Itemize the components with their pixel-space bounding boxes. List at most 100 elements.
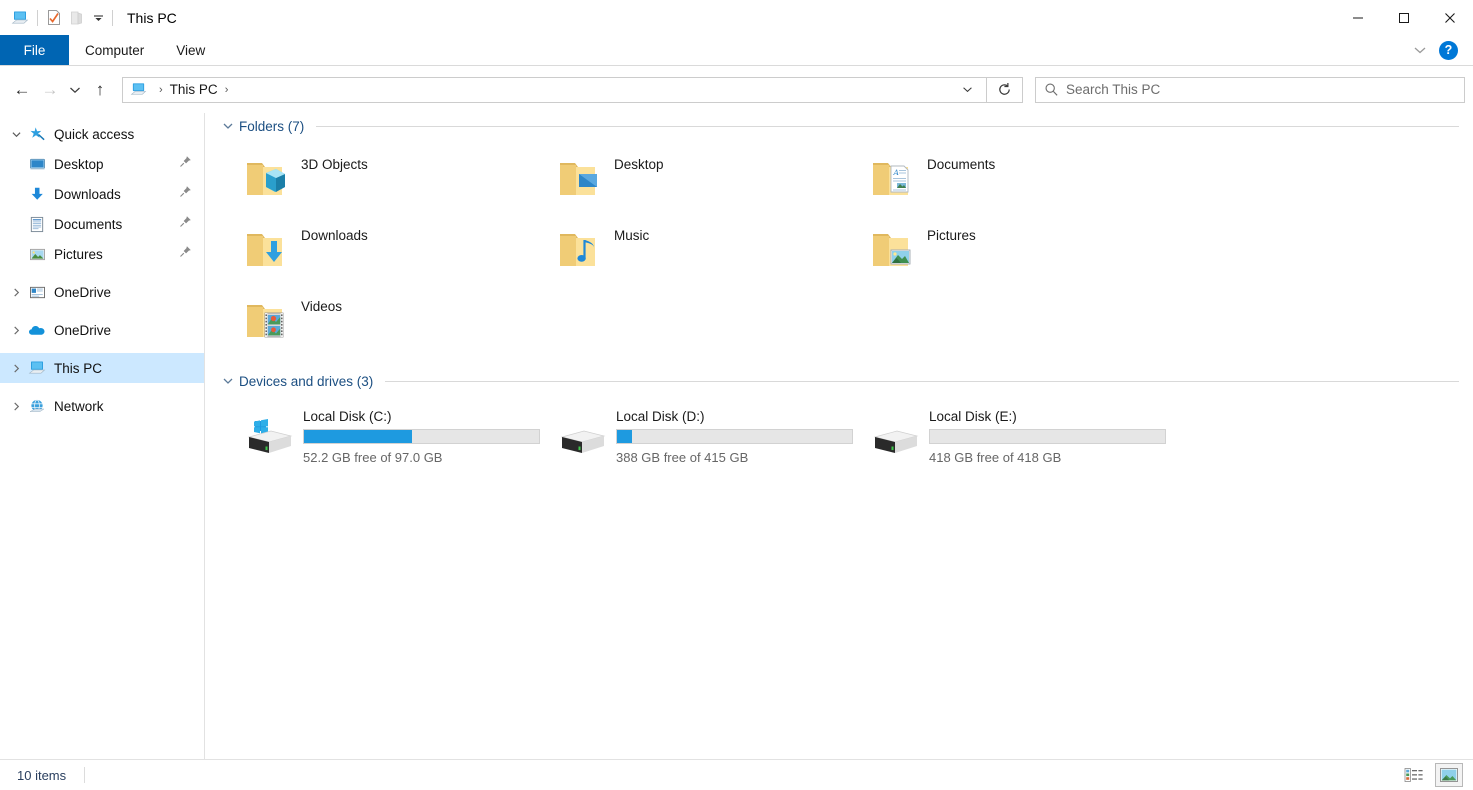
tab-computer[interactable]: Computer bbox=[69, 35, 160, 65]
large-icons-view-button[interactable] bbox=[1435, 763, 1463, 787]
breadcrumb-item-this-pc[interactable]: This PC bbox=[170, 82, 218, 97]
refresh-button[interactable] bbox=[987, 77, 1023, 103]
view-buttons bbox=[1401, 763, 1463, 787]
search-box[interactable]: Search This PC bbox=[1035, 77, 1465, 103]
capacity-fill bbox=[304, 430, 412, 443]
drives-group-header[interactable]: Devices and drives (3) bbox=[223, 368, 1473, 394]
sidebar-item-desktop[interactable]: Desktop bbox=[0, 149, 204, 179]
search-input[interactable]: Search This PC bbox=[1066, 82, 1160, 97]
expander-chevron-icon[interactable] bbox=[6, 358, 26, 378]
pin-icon[interactable] bbox=[179, 215, 192, 233]
quick-access-toolbar bbox=[0, 0, 118, 35]
folder-downloads-icon bbox=[237, 222, 297, 278]
status-separator bbox=[84, 767, 85, 783]
window-controls bbox=[1335, 0, 1473, 35]
sidebar-item-onedrive-folder[interactable]: OneDrive bbox=[0, 277, 204, 307]
windows-drive-icon bbox=[237, 409, 301, 465]
search-icon bbox=[1036, 82, 1066, 97]
details-view-button[interactable] bbox=[1401, 764, 1427, 786]
breadcrumb-separator-2[interactable]: › bbox=[218, 84, 236, 96]
item-label: Documents bbox=[927, 157, 995, 172]
drive-name: Local Disk (C:) bbox=[303, 409, 541, 424]
expander-chevron-icon[interactable] bbox=[6, 124, 26, 144]
expander-chevron-icon[interactable] bbox=[6, 396, 26, 416]
sidebar-label: OneDrive bbox=[54, 285, 111, 300]
expander-chevron-icon[interactable] bbox=[6, 320, 26, 340]
forward-button[interactable]: → bbox=[36, 76, 64, 104]
list-item[interactable]: Pictures bbox=[855, 214, 1168, 285]
sidebar-item-this-pc[interactable]: This PC bbox=[0, 353, 204, 383]
item-label: Videos bbox=[301, 299, 342, 314]
list-item[interactable]: Local Disk (C:) 52.2 GB free of 97.0 GB bbox=[229, 400, 542, 474]
folder-documents-icon: A bbox=[863, 151, 923, 207]
pin-icon[interactable] bbox=[179, 155, 192, 173]
collapse-chevron-icon[interactable] bbox=[223, 376, 239, 386]
list-item[interactable]: Downloads bbox=[229, 214, 542, 285]
drives-group-title: Devices and drives (3) bbox=[239, 374, 373, 389]
group-divider bbox=[385, 381, 1459, 382]
list-item[interactable]: Music bbox=[542, 214, 855, 285]
onedrive-cloud-icon bbox=[26, 320, 48, 340]
capacity-bar bbox=[929, 429, 1166, 444]
item-label: Pictures bbox=[927, 228, 976, 243]
capacity-bar bbox=[303, 429, 540, 444]
list-item[interactable]: Videos bbox=[229, 285, 542, 356]
list-item[interactable]: Local Disk (D:) 388 GB free of 415 GB bbox=[542, 400, 855, 474]
list-item[interactable]: Desktop bbox=[542, 143, 855, 214]
drives-group: Devices and drives (3) bbox=[205, 368, 1473, 474]
group-divider bbox=[316, 126, 1459, 127]
breadcrumb-dropdown-icon[interactable] bbox=[954, 78, 980, 102]
recent-locations-button[interactable] bbox=[64, 76, 86, 104]
title-bar: This PC bbox=[0, 0, 1473, 35]
breadcrumb-this-pc-icon bbox=[129, 82, 147, 98]
drive-free-space: 388 GB free of 415 GB bbox=[616, 450, 854, 465]
pin-icon[interactable] bbox=[179, 245, 192, 263]
drive-info: Local Disk (C:) 52.2 GB free of 97.0 GB bbox=[303, 409, 541, 465]
close-button[interactable] bbox=[1427, 0, 1473, 35]
folders-tiles: 3D Objects De bbox=[223, 139, 1473, 356]
drive-name: Local Disk (D:) bbox=[616, 409, 854, 424]
this-pc-icon[interactable] bbox=[9, 7, 31, 29]
onedrive-folder-icon bbox=[26, 282, 48, 302]
tab-view[interactable]: View bbox=[160, 35, 221, 65]
breadcrumb-separator-1[interactable]: › bbox=[152, 84, 170, 96]
list-item[interactable]: 3D Objects bbox=[229, 143, 542, 214]
folder-desktop-icon bbox=[550, 151, 610, 207]
list-item[interactable]: A Documents bbox=[855, 143, 1168, 214]
tab-file[interactable]: File bbox=[0, 35, 69, 65]
maximize-button[interactable] bbox=[1381, 0, 1427, 35]
sidebar-item-pictures[interactable]: Pictures bbox=[0, 239, 204, 269]
file-explorer-window: This PC File Computer View ? ← → bbox=[0, 0, 1473, 790]
customize-chevron-icon[interactable] bbox=[89, 7, 107, 29]
sidebar-item-documents[interactable]: Documents bbox=[0, 209, 204, 239]
folders-group-header[interactable]: Folders (7) bbox=[223, 113, 1473, 139]
back-button[interactable]: ← bbox=[8, 76, 36, 104]
item-label: Downloads bbox=[301, 228, 368, 243]
help-button[interactable]: ? bbox=[1439, 41, 1458, 60]
sidebar-item-network[interactable]: Network bbox=[0, 391, 204, 421]
item-label: 3D Objects bbox=[301, 157, 368, 172]
sidebar-item-downloads[interactable]: Downloads bbox=[0, 179, 204, 209]
breadcrumb[interactable]: › This PC › bbox=[122, 77, 987, 103]
drive-info: Local Disk (D:) 388 GB free of 415 GB bbox=[616, 409, 854, 465]
sidebar-item-onedrive-cloud[interactable]: OneDrive bbox=[0, 315, 204, 345]
expander-chevron-icon[interactable] bbox=[6, 282, 26, 302]
sidebar-label: Desktop bbox=[54, 157, 104, 172]
sidebar-item-quick-access[interactable]: Quick access bbox=[0, 119, 204, 149]
svg-text:A: A bbox=[893, 168, 900, 177]
status-bar: 10 items bbox=[0, 759, 1473, 790]
pin-icon[interactable] bbox=[179, 185, 192, 203]
folders-group-title: Folders (7) bbox=[239, 119, 304, 134]
drive-free-space: 418 GB free of 418 GB bbox=[929, 450, 1167, 465]
collapse-chevron-icon[interactable] bbox=[223, 121, 239, 131]
expand-ribbon-chevron-icon[interactable] bbox=[1409, 39, 1431, 61]
star-pin-icon bbox=[26, 124, 48, 144]
item-label: Music bbox=[614, 228, 649, 243]
downloads-icon bbox=[26, 184, 48, 204]
list-item[interactable]: Local Disk (E:) 418 GB free of 418 GB bbox=[855, 400, 1168, 474]
properties-icon[interactable] bbox=[43, 7, 65, 29]
new-folder-icon[interactable] bbox=[66, 7, 88, 29]
up-button[interactable]: ↑ bbox=[86, 76, 114, 104]
drive-name: Local Disk (E:) bbox=[929, 409, 1167, 424]
minimize-button[interactable] bbox=[1335, 0, 1381, 35]
